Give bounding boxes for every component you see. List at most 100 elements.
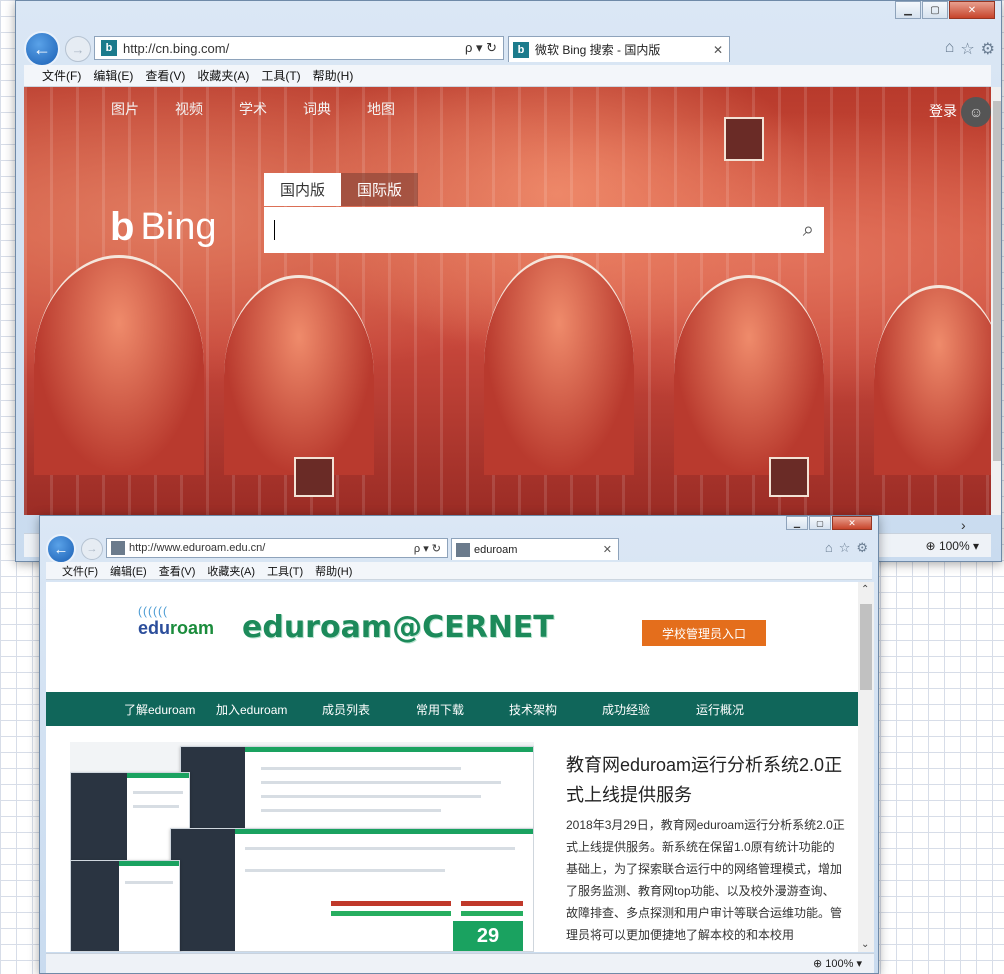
favorites-star-icon[interactable]: ☆: [960, 39, 974, 59]
nav-members[interactable]: 成员列表: [322, 701, 370, 718]
article-title[interactable]: 教育网eduroam运行分析系统2.0正式上线提供服务: [566, 750, 852, 810]
nav-downloads[interactable]: 常用下载: [416, 701, 464, 718]
nav-images[interactable]: 图片: [111, 99, 139, 119]
minimize-button[interactable]: ▁: [895, 1, 921, 19]
zoom-level[interactable]: ⊕ 100% ▾: [813, 957, 862, 970]
article-image[interactable]: 29: [70, 742, 534, 952]
menu-favorites[interactable]: 收藏夹(A): [201, 563, 261, 579]
scroll-right-icon[interactable]: ›: [961, 517, 966, 533]
back-button[interactable]: ←: [24, 31, 60, 67]
toolbar-icons: ⌂ ☆ ⚙: [939, 39, 995, 59]
wifi-wave-icon: ((((((: [138, 604, 168, 618]
back-button[interactable]: ←: [46, 534, 76, 564]
search-input[interactable]: ⌕: [264, 207, 824, 253]
bing-favicon-icon: b: [101, 40, 117, 56]
screenshot-thumb: 29: [170, 828, 534, 952]
thumb-sidebar: [71, 773, 127, 871]
thumb-sidebar: [171, 829, 235, 951]
background-arch: [674, 275, 824, 475]
home-icon[interactable]: ⌂: [945, 39, 955, 59]
tab-close-icon[interactable]: ✕: [707, 43, 729, 57]
scrollbar-thumb[interactable]: [860, 604, 872, 690]
scrollbar-thumb[interactable]: [993, 101, 1001, 461]
nav-experience[interactable]: 成功经验: [602, 701, 650, 718]
eduroam-logo: eduroam: [138, 618, 214, 639]
menu-file[interactable]: 文件(F): [56, 563, 104, 579]
nav-maps[interactable]: 地图: [367, 99, 395, 119]
nav-videos[interactable]: 视频: [175, 99, 203, 119]
thumb-line: [261, 809, 441, 812]
menu-help[interactable]: 帮助(H): [307, 67, 360, 84]
thumb-red-bar: [461, 901, 523, 906]
toolbar-icons: ⌂ ☆ ⚙: [819, 540, 868, 556]
vertical-scrollbar[interactable]: ⌃ ⌄: [858, 582, 874, 952]
menu-tools[interactable]: 工具(T): [255, 67, 306, 84]
favorites-star-icon[interactable]: ☆: [839, 540, 851, 556]
screenshot-thumb: [70, 860, 180, 952]
home-icon[interactable]: ⌂: [825, 540, 833, 556]
menu-file[interactable]: 文件(F): [36, 67, 87, 84]
tab-bing[interactable]: b 微软 Bing 搜索 - 国内版 ✕: [508, 36, 730, 62]
background-arch: [34, 255, 204, 475]
tab-title: 微软 Bing 搜索 - 国内版: [535, 43, 661, 57]
menu-edit[interactable]: 编辑(E): [104, 563, 153, 579]
forward-button[interactable]: →: [81, 538, 103, 560]
menu-edit[interactable]: 编辑(E): [87, 67, 139, 84]
window-controls: ▁ ▢ ✕: [894, 1, 995, 19]
search-refresh-controls[interactable]: ρ ▾ ↻: [408, 542, 447, 555]
nav-join[interactable]: 加入eduroam: [216, 701, 287, 718]
tab-international[interactable]: 国际版: [341, 173, 419, 206]
forward-arrow-icon: →: [86, 543, 98, 555]
menu-favorites[interactable]: 收藏夹(A): [191, 67, 255, 84]
close-button[interactable]: ✕: [949, 1, 995, 19]
tab-domestic[interactable]: 国内版: [264, 173, 342, 206]
forward-button[interactable]: →: [65, 36, 91, 62]
zoom-level[interactable]: ⊕ 100% ▾: [926, 539, 979, 553]
thumb-line: [245, 869, 445, 872]
maximize-button[interactable]: ▢: [809, 516, 831, 530]
background-window: [724, 117, 764, 161]
gear-icon[interactable]: ⚙: [856, 540, 868, 556]
nav-academic[interactable]: 学术: [239, 99, 267, 119]
thumb-red-bar: [331, 901, 451, 906]
tab-close-icon[interactable]: ✕: [597, 543, 618, 556]
gear-icon[interactable]: ⚙: [981, 39, 995, 59]
zoom-value: 100%: [825, 958, 854, 970]
nav-overview[interactable]: 运行概况: [696, 701, 744, 718]
nav-about[interactable]: 了解eduroam: [124, 701, 195, 718]
scroll-up-icon[interactable]: ⌃: [861, 584, 869, 595]
thumb-sidebar: [71, 861, 119, 951]
menu-view[interactable]: 查看(V): [139, 67, 191, 84]
bing-favicon-icon: b: [513, 41, 529, 58]
close-button[interactable]: ✕: [832, 516, 872, 530]
menu-help[interactable]: 帮助(H): [309, 563, 358, 579]
background-arch: [224, 275, 374, 475]
nav-dictionary[interactable]: 词典: [303, 99, 331, 119]
search-scope-tabs: 国内版 国际版: [264, 173, 419, 206]
bing-logo-icon: b: [110, 205, 135, 249]
nav-architecture[interactable]: 技术架构: [509, 701, 557, 718]
background-window: [294, 457, 334, 497]
back-arrow-icon: ←: [53, 540, 69, 558]
text-caret: [274, 220, 275, 240]
admin-login-button[interactable]: 学校管理员入口: [642, 620, 766, 646]
tab-eduroam[interactable]: eduroam ✕: [451, 538, 619, 560]
search-refresh-controls[interactable]: ρ ▾ ↻: [459, 40, 503, 56]
address-bar[interactable]: http://www.eduroam.edu.cn/ ρ ▾ ↻: [106, 538, 448, 558]
search-icon[interactable]: ⌕: [803, 219, 814, 242]
avatar-icon[interactable]: ☺: [961, 97, 991, 127]
maximize-button[interactable]: ▢: [922, 1, 948, 19]
scroll-down-icon[interactable]: ⌄: [861, 939, 869, 950]
login-link[interactable]: 登录: [929, 101, 957, 121]
menu-tools[interactable]: 工具(T): [261, 563, 309, 579]
address-url[interactable]: http://www.eduroam.edu.cn/: [129, 542, 408, 554]
minimize-button[interactable]: ▁: [786, 516, 808, 530]
thumb-line: [125, 881, 173, 884]
address-url[interactable]: http://cn.bing.com/: [123, 41, 459, 56]
address-bar[interactable]: b http://cn.bing.com/ ρ ▾ ↻: [94, 36, 504, 60]
menu-view[interactable]: 查看(V): [153, 563, 202, 579]
site-header: (((((( eduroam eduroam@CERNET 学校管理员入口: [46, 582, 858, 692]
thumb-line: [245, 847, 515, 850]
logo-edu: edu: [138, 618, 171, 638]
vertical-scrollbar[interactable]: [991, 87, 1001, 515]
